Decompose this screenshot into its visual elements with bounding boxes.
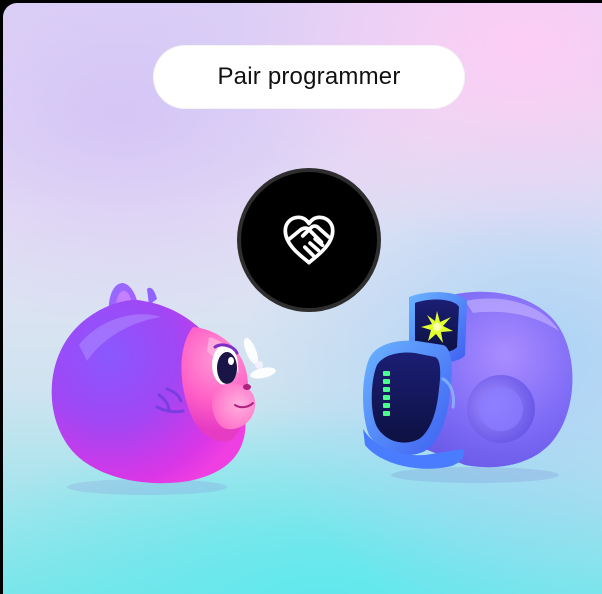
heart-handshake-icon xyxy=(283,215,335,265)
card-title: Pair programmer xyxy=(217,63,401,90)
robot-helmet-illustration xyxy=(363,291,573,483)
feature-card: Pair programmer xyxy=(3,3,602,594)
title-pill: Pair programmer xyxy=(153,45,465,109)
pink-creature-illustration xyxy=(51,283,276,495)
